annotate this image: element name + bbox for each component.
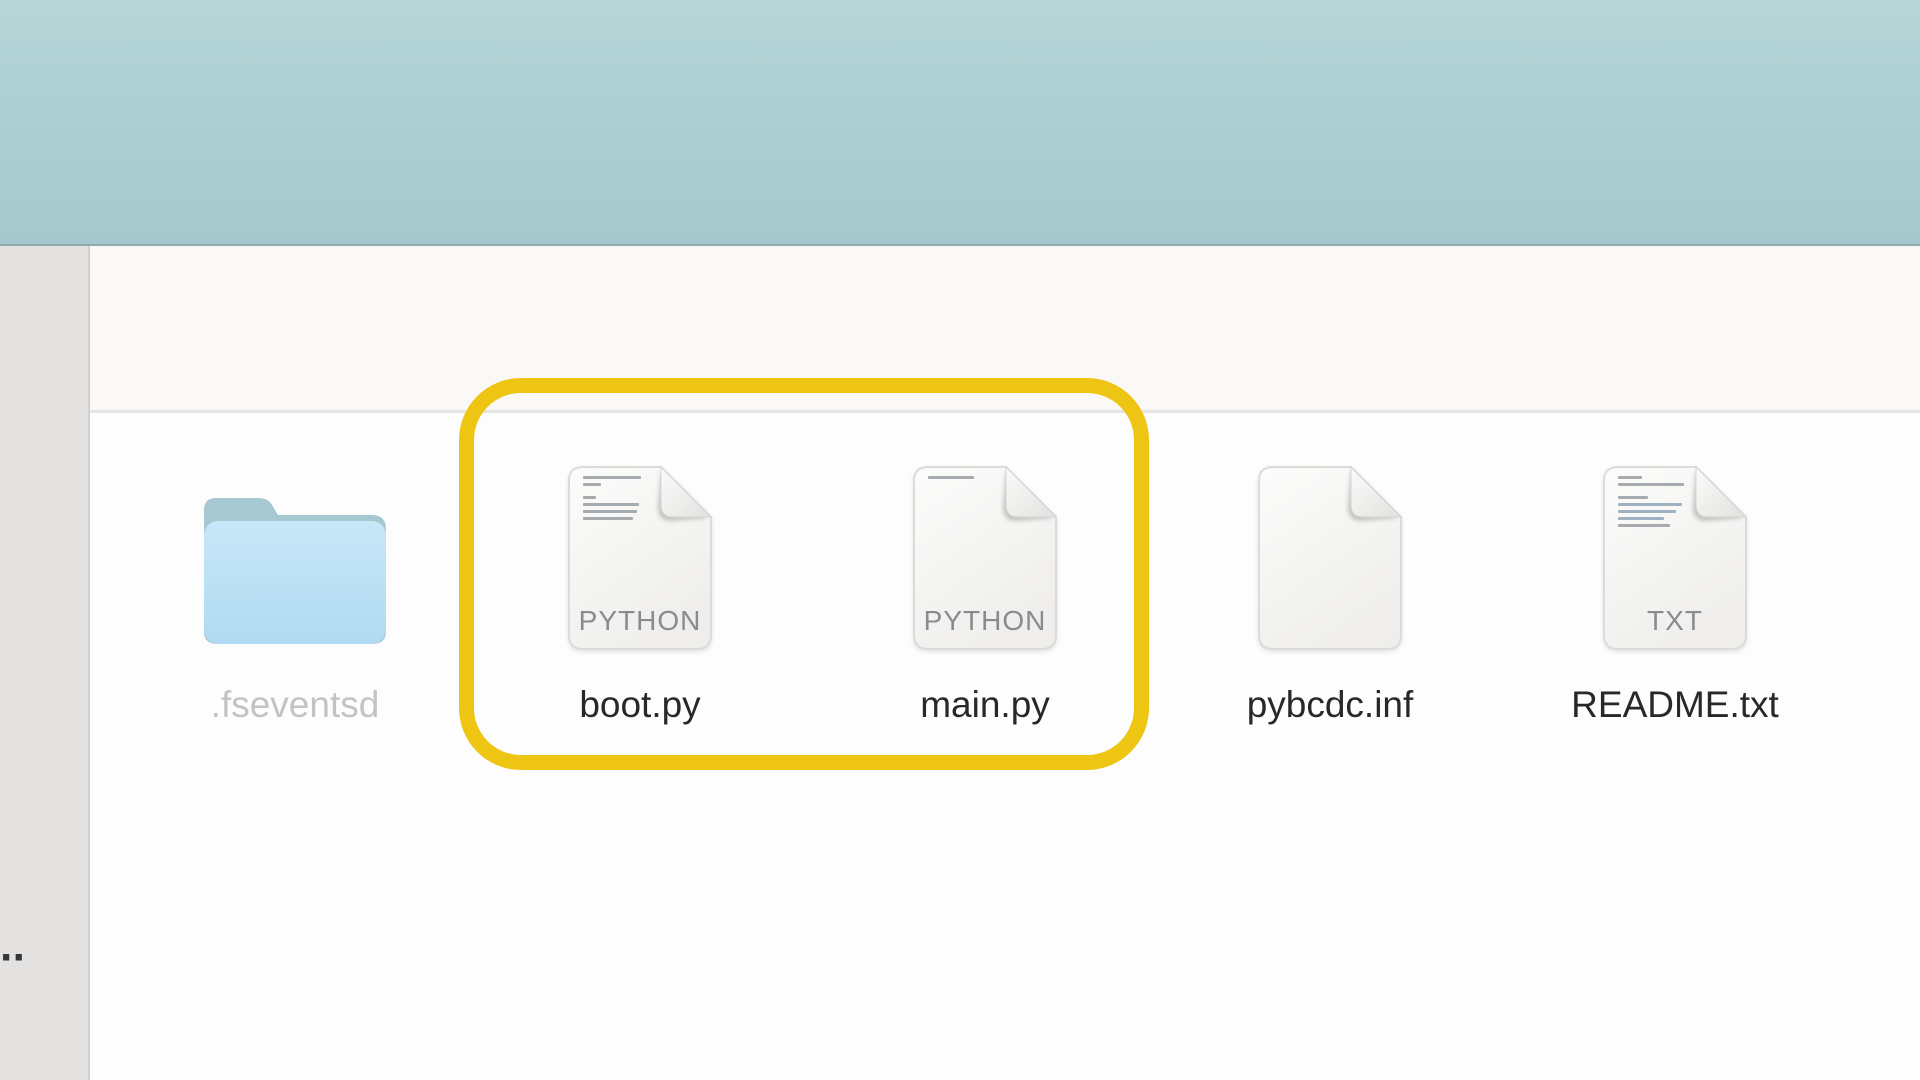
file-type-badge: TXT [1601, 605, 1749, 637]
folder-icon [200, 486, 390, 646]
clipped-text-dots: ·· [0, 948, 40, 968]
file-name: main.py [920, 684, 1050, 726]
file-item-pybcdc-inf[interactable]: pybcdc.inf [1190, 450, 1470, 740]
file-name: .fseventsd [211, 684, 380, 726]
python-file-icon: PYTHON [566, 464, 714, 652]
file-name: boot.py [579, 684, 700, 726]
python-file-icon: PYTHON [911, 464, 1059, 652]
file-item-boot-py[interactable]: PYTHON boot.py [500, 450, 780, 740]
desktop-wallpaper-strip [0, 0, 1920, 246]
document-file-icon [1256, 464, 1404, 652]
text-file-icon: TXT [1601, 464, 1749, 652]
file-name: pybcdc.inf [1247, 684, 1414, 726]
file-item-main-py[interactable]: PYTHON main.py [845, 450, 1125, 740]
file-preview-lines [928, 476, 1018, 483]
file-preview-lines [583, 476, 673, 524]
finder-toolbar [90, 246, 1920, 413]
file-type-badge: PYTHON [566, 605, 714, 637]
file-item-fseventsd[interactable]: .fseventsd [155, 450, 435, 740]
file-item-readme-txt[interactable]: TXT README.txt [1535, 450, 1815, 740]
file-type-badge: PYTHON [911, 605, 1059, 637]
file-preview-lines [1618, 476, 1708, 531]
file-name: README.txt [1571, 684, 1779, 726]
